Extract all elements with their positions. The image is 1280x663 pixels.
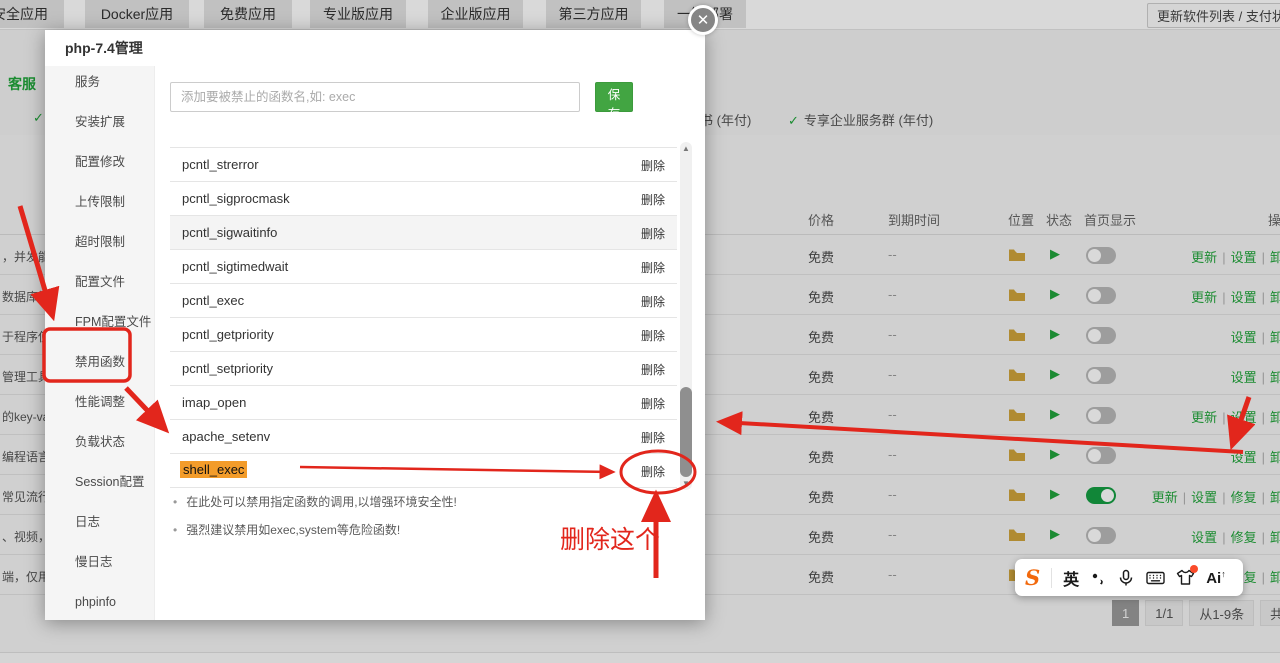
delete-function-link[interactable]: 删除 xyxy=(641,327,665,344)
disabled-function-row: pcntl_strerror 删除 xyxy=(170,148,677,182)
scroll-up-icon[interactable]: ▲ xyxy=(680,144,692,153)
delete-function-link[interactable]: 删除 xyxy=(641,225,665,242)
modal-sidebar-item[interactable]: Session配置 xyxy=(45,462,154,502)
php-manage-dialog: php-7.4管理 服务安装扩展配置修改上传限制超时限制配置文件FPM配置文件禁… xyxy=(45,30,705,620)
skin-icon[interactable] xyxy=(1176,569,1195,586)
keyboard-icon[interactable] xyxy=(1146,570,1165,586)
delete-function-link[interactable]: 删除 xyxy=(641,259,665,276)
scrollbar-thumb[interactable] xyxy=(680,387,692,477)
ime-toolbar: S 英 Ai↑ xyxy=(1015,559,1243,596)
ime-punctuation-icon[interactable] xyxy=(1090,570,1106,586)
modal-sidebar-item[interactable]: 慢日志 xyxy=(45,542,154,582)
disabled-function-row: apache_setenv 删除 xyxy=(170,420,677,454)
function-name: pcntl_exec xyxy=(182,293,244,308)
save-button[interactable]: 保存 xyxy=(595,82,633,112)
delete-function-link[interactable]: 删除 xyxy=(641,429,665,446)
disabled-function-row: pcntl_setpriority 删除 xyxy=(170,352,677,386)
close-icon[interactable]: ✕ xyxy=(688,5,718,35)
note-line: •强烈建议禁用如exec,system等危险函数! xyxy=(173,521,400,538)
disabled-function-row: pcntl_sigtimedwait 删除 xyxy=(170,250,677,284)
modal-sidebar-item[interactable]: 上传限制 xyxy=(45,182,154,222)
modal-sidebar-item[interactable]: 性能调整 xyxy=(45,382,154,422)
modal-sidebar-item[interactable]: 负载状态 xyxy=(45,422,154,462)
delete-function-link[interactable]: 删除 xyxy=(641,157,665,174)
modal-sidebar-item[interactable]: 服务 xyxy=(45,62,154,102)
dialog-title: php-7.4管理 xyxy=(45,30,705,66)
function-name: apache_setenv xyxy=(182,429,270,444)
disabled-function-list: pcntl_strerror 删除 pcntl_sigprocmask 删除 p… xyxy=(170,147,677,488)
delete-function-link[interactable]: 删除 xyxy=(641,361,665,378)
delete-function-link[interactable]: 删除 xyxy=(641,395,665,412)
disabled-function-row: imap_open 删除 xyxy=(170,386,677,420)
ime-lang-toggle[interactable]: 英 xyxy=(1063,566,1079,590)
function-name: pcntl_getpriority xyxy=(182,327,274,342)
function-name: shell_exec xyxy=(180,461,247,478)
microphone-icon[interactable] xyxy=(1117,569,1135,587)
function-name: pcntl_sigwaitinfo xyxy=(182,225,277,240)
function-name: pcntl_strerror xyxy=(182,157,259,172)
modal-sidebar-item[interactable]: phpinfo xyxy=(45,582,154,622)
modal-content: 保存 pcntl_strerror 删除 pcntl_sigprocmask 删… xyxy=(155,66,705,620)
disabled-function-row: pcntl_exec 删除 xyxy=(170,284,677,318)
modal-sidebar-item[interactable]: 配置文件 xyxy=(45,262,154,302)
modal-sidebar-item[interactable]: 安装扩展 xyxy=(45,102,154,142)
disabled-function-row: shell_exec 删除 xyxy=(170,454,677,488)
delete-function-link[interactable]: 删除 xyxy=(641,463,665,480)
scroll-down-icon[interactable]: ▼ xyxy=(680,479,692,488)
ime-divider xyxy=(1051,568,1052,588)
modal-sidebar-item[interactable]: 日志 xyxy=(45,502,154,542)
add-function-input[interactable] xyxy=(170,82,580,112)
disabled-function-row: pcntl_getpriority 删除 xyxy=(170,318,677,352)
delete-function-link[interactable]: 删除 xyxy=(641,191,665,208)
function-name: pcntl_setpriority xyxy=(182,361,273,376)
delete-function-link[interactable]: 删除 xyxy=(641,293,665,310)
scrollbar[interactable]: ▲ ▼ xyxy=(680,142,692,490)
disabled-function-row: pcntl_sigprocmask 删除 xyxy=(170,182,677,216)
modal-sidebar-item[interactable]: 配置修改 xyxy=(45,142,154,182)
function-name: pcntl_sigtimedwait xyxy=(182,259,288,274)
screen: 安全应用 Docker应用 免费应用 专业版应用 企业版应用 第三方应用 一键部… xyxy=(0,0,1280,663)
ime-ai-button[interactable]: Ai↑ xyxy=(1206,569,1226,587)
modal-sidebar: 服务安装扩展配置修改上传限制超时限制配置文件FPM配置文件禁用函数性能调整负载状… xyxy=(45,66,155,620)
function-name: imap_open xyxy=(182,395,246,410)
modal-sidebar-item[interactable]: FPM配置文件 xyxy=(45,302,154,342)
note-line: •在此处可以禁用指定函数的调用,以增强环境安全性! xyxy=(173,493,457,510)
disabled-function-row: pcntl_sigwaitinfo 删除 xyxy=(170,216,677,250)
notification-dot xyxy=(1190,565,1198,573)
modal-sidebar-item[interactable]: 超时限制 xyxy=(45,222,154,262)
modal-sidebar-item[interactable]: 禁用函数 xyxy=(45,342,154,382)
sogou-logo[interactable]: S xyxy=(1025,565,1040,590)
function-name: pcntl_sigprocmask xyxy=(182,191,290,206)
